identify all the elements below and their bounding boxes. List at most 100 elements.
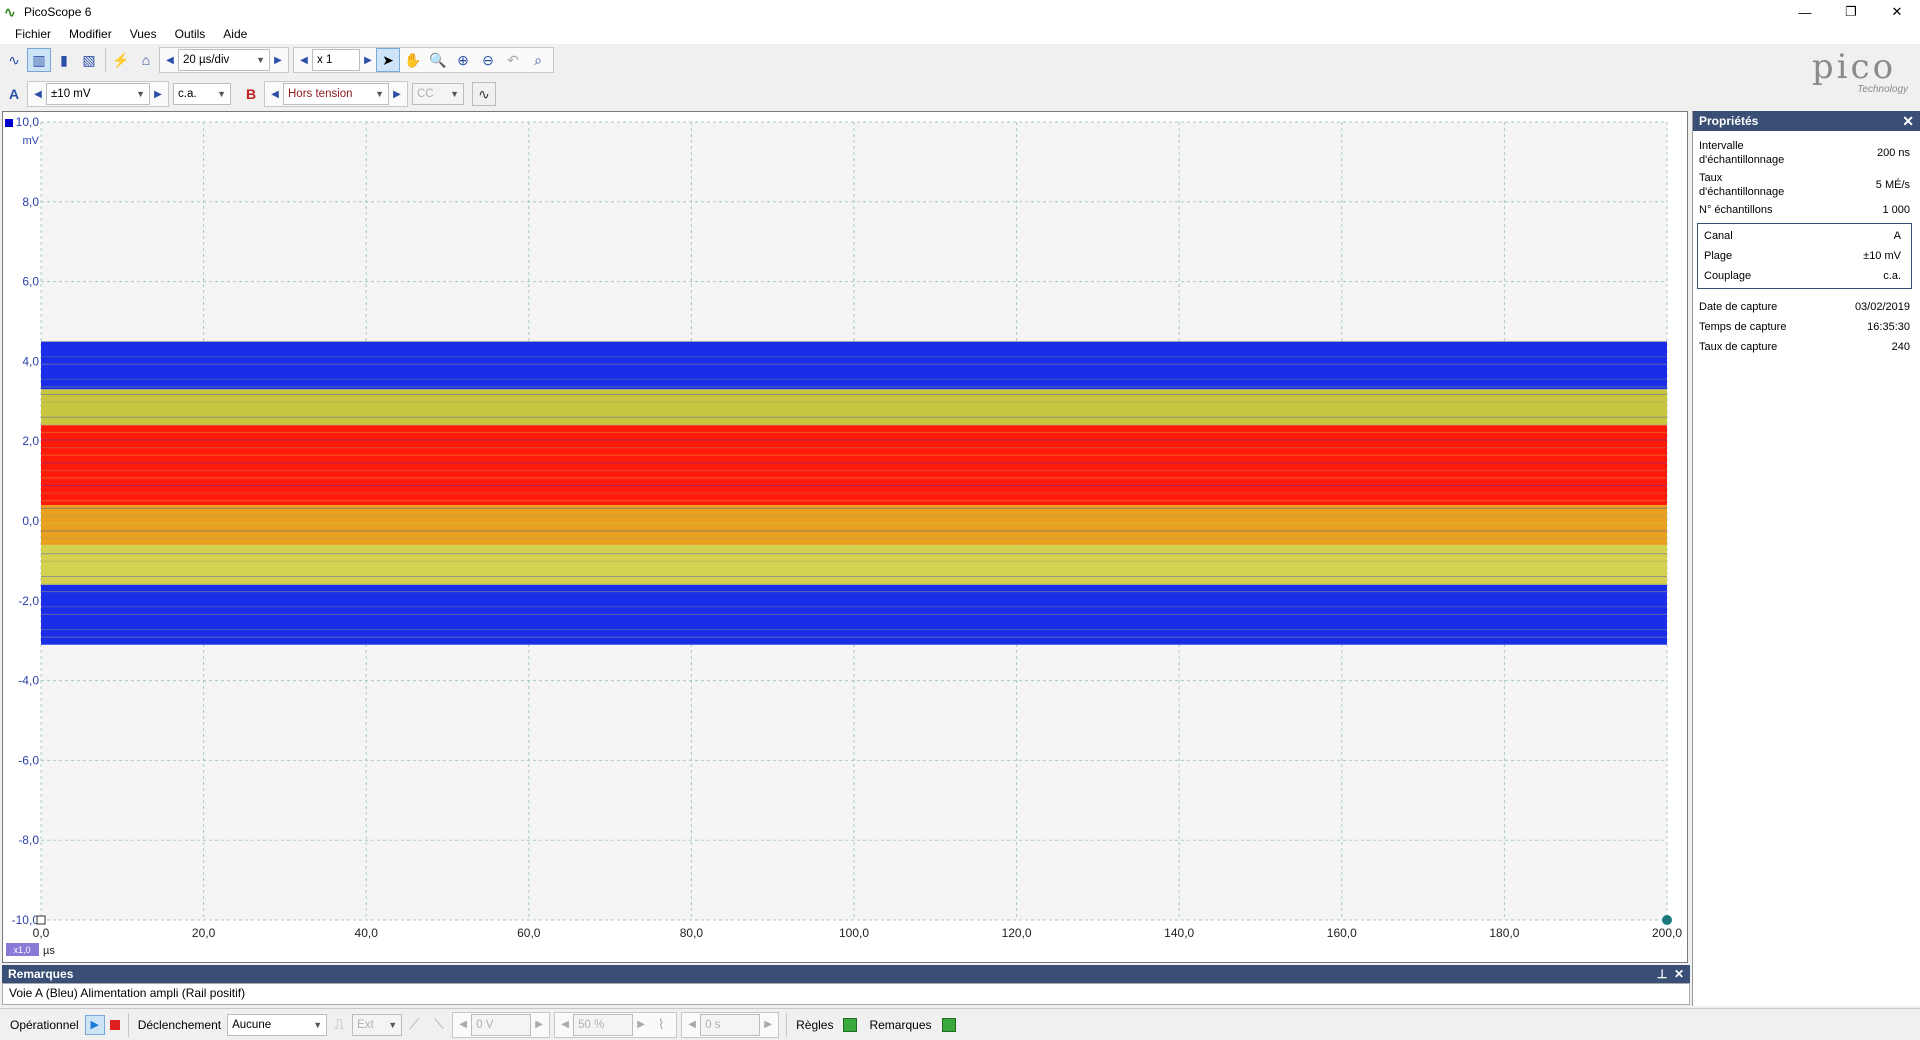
delay-value: 0 s xyxy=(705,1018,721,1031)
pretrigger-icon[interactable]: ⌇ xyxy=(649,1013,673,1037)
remarks-text[interactable]: Voie A (Bleu) Alimentation ampli (Rail p… xyxy=(2,983,1690,1005)
y-tick-label: -8,0 xyxy=(18,833,39,847)
restore-button[interactable]: ❐ xyxy=(1828,0,1874,24)
zoom-group: ◀ x 1 ▶ ➤ ✋ 🔍 ⊕ ⊖ ↶ ⌕ xyxy=(293,47,554,73)
chevron-down-icon: ▼ xyxy=(388,1019,398,1030)
properties-title: Propriétés xyxy=(1699,114,1759,128)
menu-outils[interactable]: Outils xyxy=(166,27,215,41)
timebase-next-arrow[interactable]: ▶ xyxy=(270,49,286,71)
menu-aide[interactable]: Aide xyxy=(214,27,256,41)
y-tick-label: -6,0 xyxy=(18,753,39,767)
prop-key: Canal xyxy=(1704,230,1733,242)
threshold-next-arrow[interactable]: ▶ xyxy=(531,1014,547,1036)
prop-value: 240 xyxy=(1891,341,1910,353)
zoom-overview-icon[interactable]: ⌕ xyxy=(526,48,550,72)
prop-key: Date de capture xyxy=(1699,301,1778,313)
range-b-next-arrow[interactable]: ▶ xyxy=(389,83,405,105)
channel-a-button[interactable]: A xyxy=(2,82,26,106)
prop-value: 03/02/2019 xyxy=(1854,301,1910,313)
scope-mode-icon[interactable]: ∿ xyxy=(2,48,26,72)
delay-prev-arrow[interactable]: ◀ xyxy=(684,1014,700,1036)
signal-generator-icon[interactable]: ∿ xyxy=(472,82,496,106)
range-a-prev-arrow[interactable]: ◀ xyxy=(30,83,46,105)
falling-edge-icon[interactable]: ⟍ xyxy=(427,1013,451,1037)
menu-bar: Fichier Modifier Vues Outils Aide xyxy=(0,24,1920,44)
home-icon[interactable]: ⌂ xyxy=(134,48,158,72)
zoom-prev-arrow[interactable]: ◀ xyxy=(296,49,312,71)
prop-key: Taux de capture xyxy=(1699,341,1778,353)
stop-button[interactable] xyxy=(105,1015,125,1035)
channel-a-range-group: ◀ ±10 mV ▼ ▶ xyxy=(27,81,169,107)
pretrigger-field[interactable]: 50 % xyxy=(573,1013,634,1036)
logo-name: pico xyxy=(1811,47,1897,87)
trigger-source-select[interactable]: Ext ▼ xyxy=(352,1013,403,1036)
menu-vues[interactable]: Vues xyxy=(121,27,166,41)
x-tick-label: 100,0 xyxy=(839,926,869,940)
pretrigger-prev-arrow[interactable]: ◀ xyxy=(557,1014,573,1036)
x-tick-label: 120,0 xyxy=(1002,926,1032,940)
prop-key: Temps de capture xyxy=(1699,321,1787,333)
hand-icon[interactable]: ✋ xyxy=(401,48,425,72)
mode-label: Opérationnel xyxy=(10,1017,79,1032)
channel-toolbar: A ◀ ±10 mV ▼ ▶ c.a. ▼ B ◀ Hors tension ▼ ▶ … xyxy=(0,80,497,108)
threshold-field[interactable]: 0 V xyxy=(471,1013,532,1036)
close-button[interactable]: ✕ xyxy=(1874,0,1920,24)
range-b-prev-arrow[interactable]: ◀ xyxy=(267,83,283,105)
persistence-chart[interactable]: 0,0 20,0 40,0 60,0 80,0 100,0 120,0 140,0 160,0 1… xyxy=(3,112,1687,962)
prop-value: A xyxy=(1893,230,1901,242)
channel-a-coupling-select[interactable]: c.a. ▼ xyxy=(173,83,231,105)
zoom-region-icon[interactable]: 🔍 xyxy=(426,48,450,72)
scope-display[interactable]: 0,0 20,0 40,0 60,0 80,0 100,0 120,0 140,0 160,0 1… xyxy=(2,111,1688,963)
spectrum-mode-icon[interactable]: ▮ xyxy=(52,48,76,72)
zoom-next-arrow[interactable]: ▶ xyxy=(360,49,376,71)
channel-b-range-group: ◀ Hors tension ▼ ▶ xyxy=(264,81,408,107)
properties-header: Propriétés ✕ xyxy=(1693,111,1920,131)
channel-b-button[interactable]: B xyxy=(239,82,263,106)
close-icon[interactable]: ✕ xyxy=(1674,967,1684,981)
pin-icon[interactable]: ⊥ xyxy=(1657,967,1667,981)
channel-b-coupling-select[interactable]: CC ▼ xyxy=(412,83,464,105)
pointer-icon[interactable]: ➤ xyxy=(376,48,400,72)
x-tick-label: 40,0 xyxy=(355,926,379,940)
trigger-label: Déclenchement xyxy=(137,1017,222,1032)
timebase-select[interactable]: 20 µs/div ▼ xyxy=(178,49,270,71)
threshold-prev-arrow[interactable]: ◀ xyxy=(455,1014,471,1036)
channel-properties-box: Canal A Plage ±10 mV Couplage c.a. xyxy=(1697,223,1912,289)
rising-edge-icon[interactable]: ⟋ xyxy=(402,1013,426,1037)
channel-a-coupling: c.a. xyxy=(178,88,197,100)
trigger-mode: Aucune xyxy=(232,1018,272,1031)
pretrigger-next-arrow[interactable]: ▶ xyxy=(633,1014,649,1036)
persistence-mode-icon[interactable]: ▥ xyxy=(27,48,51,72)
y-tick-label: 2,0 xyxy=(22,434,39,448)
zoom-in-icon[interactable]: ⊕ xyxy=(451,48,475,72)
menu-modifier[interactable]: Modifier xyxy=(60,27,121,41)
y-tick-label: 4,0 xyxy=(22,354,39,368)
prop-key: Taux d'échantillonnage xyxy=(1699,172,1785,198)
prop-row: Plage ±10 mV xyxy=(1698,246,1911,266)
notes-label: Remarques xyxy=(869,1017,932,1032)
zoom-out-icon[interactable]: ⊖ xyxy=(476,48,500,72)
zoom-factor-field[interactable]: x 1 xyxy=(312,49,360,71)
trigger-mode-select[interactable]: Aucune ▼ xyxy=(227,1013,328,1036)
range-a-next-arrow[interactable]: ▶ xyxy=(150,83,166,105)
trigger-edge-icon[interactable]: ⎍ xyxy=(327,1013,351,1037)
channel-b-range-select[interactable]: Hors tension ▼ xyxy=(283,83,389,105)
y-tick-label: 8,0 xyxy=(22,195,39,209)
notes-icon[interactable] xyxy=(941,1017,956,1032)
probe-icon[interactable]: ⚡ xyxy=(109,48,133,72)
y-tick-label: -10,0 xyxy=(12,913,40,927)
menu-fichier[interactable]: Fichier xyxy=(6,27,60,41)
measure-icon[interactable]: ▧ xyxy=(77,48,101,72)
x-tick-label: 60,0 xyxy=(517,926,541,940)
timebase-prev-arrow[interactable]: ◀ xyxy=(162,49,178,71)
rules-icon[interactable] xyxy=(843,1017,858,1032)
prop-row: Couplage c.a. xyxy=(1698,266,1911,286)
undo-zoom-icon[interactable]: ↶ xyxy=(501,48,525,72)
close-icon[interactable]: ✕ xyxy=(1902,113,1914,130)
run-button[interactable]: ▶ xyxy=(84,1014,105,1035)
prop-value: c.a. xyxy=(1883,270,1901,282)
channel-a-range-select[interactable]: ±10 mV ▼ xyxy=(46,83,150,105)
delay-field[interactable]: 0 s xyxy=(700,1013,761,1036)
delay-next-arrow[interactable]: ▶ xyxy=(760,1014,776,1036)
minimize-button[interactable]: — xyxy=(1782,0,1828,24)
